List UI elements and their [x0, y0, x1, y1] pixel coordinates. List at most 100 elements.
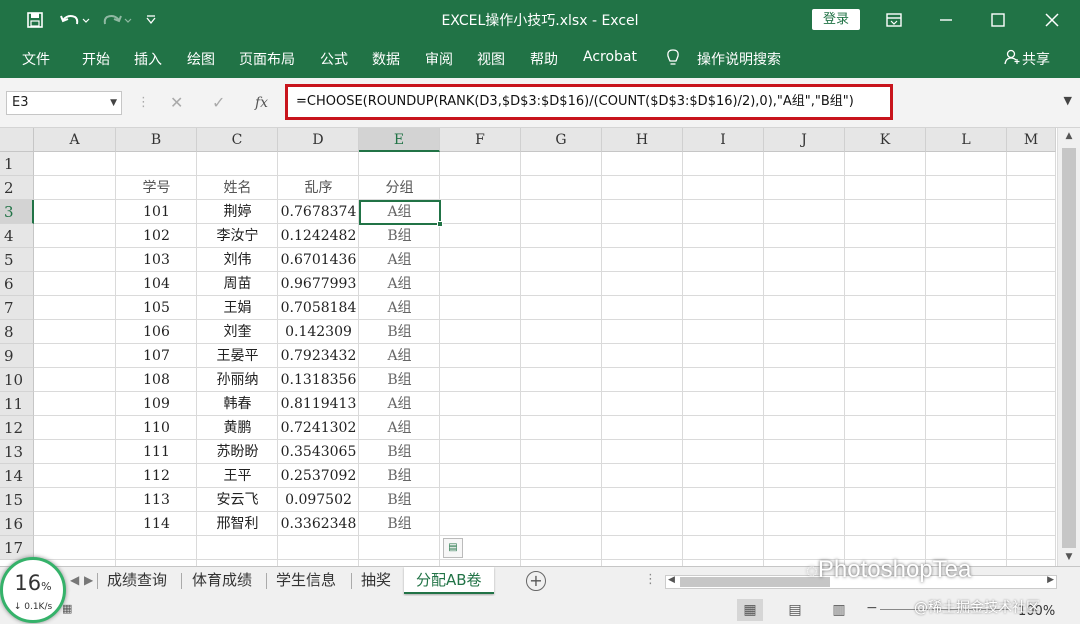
select-all-corner[interactable]: [0, 128, 34, 152]
enter-icon[interactable]: ✓: [212, 91, 225, 115]
cell-group[interactable]: B组: [359, 440, 440, 464]
cell-random[interactable]: 0.3543065: [278, 440, 359, 464]
row-header-12[interactable]: 12: [0, 416, 34, 440]
column-header-b[interactable]: B: [116, 128, 197, 152]
cell-student-id[interactable]: 110: [116, 416, 197, 440]
cell-student-id[interactable]: 107: [116, 344, 197, 368]
sheet-tab-lottery[interactable]: 抽奖: [361, 567, 391, 594]
cell-random[interactable]: 0.142309: [278, 320, 359, 344]
page-break-view-icon[interactable]: ▥: [826, 599, 852, 621]
cell-student-id[interactable]: 114: [116, 512, 197, 536]
cell-random[interactable]: 0.7923432: [278, 344, 359, 368]
quick-analysis-icon[interactable]: ▤: [443, 538, 463, 558]
cell-student-id[interactable]: 109: [116, 392, 197, 416]
cell-random[interactable]: 0.097502: [278, 488, 359, 512]
column-header-d[interactable]: D: [278, 128, 359, 152]
sheet-tab-pe[interactable]: 体育成绩: [192, 567, 252, 594]
row-header-16[interactable]: 16: [0, 512, 34, 536]
next-sheet-icon[interactable]: ▶: [84, 567, 93, 594]
header-cell-group[interactable]: 分组: [359, 176, 440, 200]
maximize-icon[interactable]: [972, 0, 1024, 40]
login-button[interactable]: 登录: [812, 9, 860, 30]
row-header-5[interactable]: 5: [0, 248, 34, 272]
cell-random[interactable]: 0.1242482: [278, 224, 359, 248]
tab-insert[interactable]: 插入: [134, 49, 162, 69]
undo-icon[interactable]: [58, 8, 92, 32]
sheet-tab-students[interactable]: 学生信息: [276, 567, 336, 594]
vertical-scrollbar[interactable]: ▲ ▼: [1057, 128, 1080, 566]
cell-name[interactable]: 刘伟: [197, 248, 278, 272]
cell-group[interactable]: B组: [359, 224, 440, 248]
tab-view[interactable]: 视图: [477, 49, 505, 69]
tab-data[interactable]: 数据: [372, 49, 400, 69]
tab-draw[interactable]: 绘图: [187, 49, 215, 69]
row-header-14[interactable]: 14: [0, 464, 34, 488]
cell-student-id[interactable]: 106: [116, 320, 197, 344]
cell-random[interactable]: 0.8119413: [278, 392, 359, 416]
row-header-6[interactable]: 6: [0, 272, 34, 296]
row-header-15[interactable]: 15: [0, 488, 34, 512]
formula-input[interactable]: =CHOOSE(ROUNDUP(RANK(D3,$D$3:$D$16)/(COU…: [285, 84, 893, 120]
header-cell-name[interactable]: 姓名: [197, 176, 278, 200]
expand-formula-icon[interactable]: ▼: [1064, 94, 1072, 107]
redo-icon[interactable]: [100, 8, 134, 32]
scroll-right-icon[interactable]: ▶: [1047, 575, 1054, 585]
cell-group[interactable]: B组: [359, 488, 440, 512]
cell-group[interactable]: A组: [359, 416, 440, 440]
column-header-e[interactable]: E: [359, 128, 440, 152]
cell-random[interactable]: 0.3362348: [278, 512, 359, 536]
tab-review[interactable]: 审阅: [425, 49, 453, 69]
fill-handle[interactable]: [437, 221, 443, 227]
tab-formulas[interactable]: 公式: [320, 49, 348, 69]
row-header-11[interactable]: 11: [0, 392, 34, 416]
column-header-j[interactable]: J: [764, 128, 845, 152]
cell-name[interactable]: 荆婷: [197, 200, 278, 224]
cell-name[interactable]: 韩春: [197, 392, 278, 416]
row-header-13[interactable]: 13: [0, 440, 34, 464]
cell-name[interactable]: 孙丽纳: [197, 368, 278, 392]
cell-name[interactable]: 李汝宁: [197, 224, 278, 248]
cell-group[interactable]: A组: [359, 272, 440, 296]
header-cell-student-id[interactable]: 学号: [116, 176, 197, 200]
cell-name[interactable]: 王晏平: [197, 344, 278, 368]
insert-function-icon[interactable]: fx: [255, 91, 268, 115]
tab-acrobat[interactable]: Acrobat: [583, 49, 637, 65]
scroll-down-icon[interactable]: ▼: [1062, 552, 1076, 566]
cell-student-id[interactable]: 102: [116, 224, 197, 248]
row-header-8[interactable]: 8: [0, 320, 34, 344]
column-header-m[interactable]: M: [1007, 128, 1056, 152]
cell-name[interactable]: 苏盼盼: [197, 440, 278, 464]
prev-sheet-icon[interactable]: ◀: [70, 567, 79, 594]
row-header-7[interactable]: 7: [0, 296, 34, 320]
cell-student-id[interactable]: 101: [116, 200, 197, 224]
cell-name[interactable]: 王平: [197, 464, 278, 488]
sheet-tab-ab[interactable]: 分配AB卷: [404, 567, 494, 594]
ribbon-display-icon[interactable]: [868, 0, 920, 40]
row-header-2[interactable]: 2: [0, 176, 34, 200]
share-button[interactable]: 共享: [1022, 49, 1050, 69]
sheet-tab-scores[interactable]: 成绩查询: [107, 567, 167, 594]
share-icon[interactable]: [1004, 49, 1020, 69]
cell-student-id[interactable]: 112: [116, 464, 197, 488]
cell-group[interactable]: A组: [359, 344, 440, 368]
tab-home[interactable]: 开始: [82, 49, 110, 69]
cell-group[interactable]: B组: [359, 464, 440, 488]
cell-random[interactable]: 0.1318356: [278, 368, 359, 392]
cell-student-id[interactable]: 103: [116, 248, 197, 272]
zoom-out-icon[interactable]: −: [866, 600, 878, 616]
add-sheet-icon[interactable]: +: [526, 571, 546, 591]
cell-group[interactable]: A组: [359, 296, 440, 320]
cell-student-id[interactable]: 113: [116, 488, 197, 512]
cell-group[interactable]: B组: [359, 512, 440, 536]
row-header-9[interactable]: 9: [0, 344, 34, 368]
cell-group[interactable]: A组: [359, 392, 440, 416]
row-header-10[interactable]: 10: [0, 368, 34, 392]
cell-random[interactable]: 0.6701436: [278, 248, 359, 272]
cell-group[interactable]: B组: [359, 320, 440, 344]
worksheet-grid[interactable]: ABCDEFGHIJKLM 1 2 3 4 5 6 7 8 9 10 11 12 13 14 15 16 17 …: [0, 128, 1080, 566]
column-header-a[interactable]: A: [34, 128, 116, 152]
row-header-3[interactable]: 3: [0, 200, 34, 224]
cell-name[interactable]: 安云飞: [197, 488, 278, 512]
column-header-c[interactable]: C: [197, 128, 278, 152]
cell-random[interactable]: 0.2537092: [278, 464, 359, 488]
